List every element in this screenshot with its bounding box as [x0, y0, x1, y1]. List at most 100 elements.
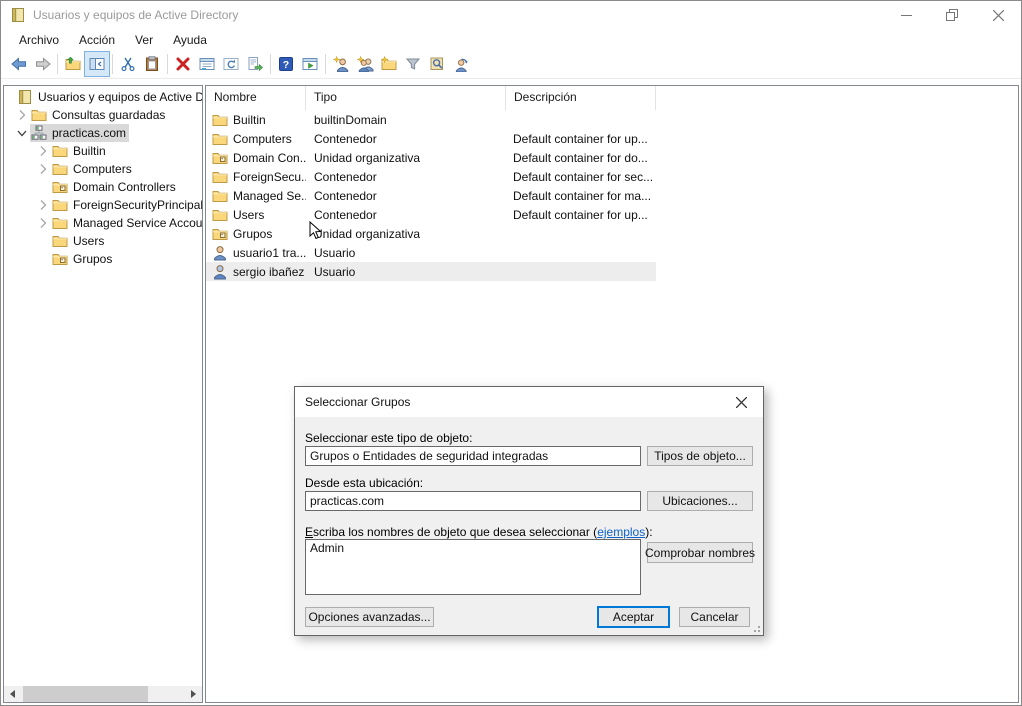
- chevron-right-icon[interactable]: [35, 161, 51, 177]
- tree-node[interactable]: Managed Service Accounts: [51, 214, 202, 232]
- dialog-close-button[interactable]: [720, 388, 762, 416]
- up-one-level-button[interactable]: [61, 52, 85, 76]
- find-button[interactable]: [425, 52, 449, 76]
- menu-archivo[interactable]: Archivo: [9, 31, 69, 49]
- back-button[interactable]: [6, 52, 30, 76]
- tree-horizontal-scrollbar[interactable]: [4, 686, 202, 702]
- chevron-right-icon[interactable]: [35, 215, 51, 231]
- tree-item-domain-controllers[interactable]: Domain Controllers: [4, 178, 202, 196]
- location-field[interactable]: [305, 491, 641, 511]
- delegate-control-button[interactable]: [449, 52, 473, 76]
- tree-item-label: Consultas guardadas: [52, 108, 165, 122]
- tree-item-managed-service-accounts[interactable]: Managed Service Accounts: [4, 214, 202, 232]
- object-names-textarea[interactable]: Admin: [305, 539, 641, 595]
- tree-item-label: Users: [73, 234, 104, 248]
- minimize-button[interactable]: [883, 1, 929, 29]
- cell-nombre: Grupos: [233, 227, 272, 241]
- menu-bar: Archivo Acción Ver Ayuda: [1, 29, 1021, 50]
- object-type-field[interactable]: [305, 446, 641, 466]
- new-group-icon: [356, 56, 374, 72]
- dialog-title: Seleccionar Grupos: [305, 395, 410, 409]
- cell-descripcion: Default container for up...: [506, 132, 656, 146]
- restore-button[interactable]: [929, 1, 975, 29]
- chevron-down-icon[interactable]: [14, 125, 30, 141]
- column-header-nombre[interactable]: Nombre: [206, 86, 306, 110]
- scrollbar-thumb[interactable]: [23, 686, 148, 702]
- tree-item-practicas-com[interactable]: practicas.com: [4, 124, 202, 142]
- show-console-tree-button[interactable]: [85, 52, 109, 76]
- tree-item-consultas-guardadas[interactable]: Consultas guardadas: [4, 106, 202, 124]
- names-label-suffix: ):: [645, 525, 652, 539]
- close-icon: [993, 10, 1004, 21]
- locations-button[interactable]: Ubicaciones...: [647, 491, 753, 511]
- tree-item-grupos[interactable]: Grupos: [4, 250, 202, 268]
- properties-button[interactable]: [195, 52, 219, 76]
- list-row-domain-con[interactable]: Domain Con...Unidad organizativaDefault …: [206, 148, 656, 167]
- content-area: Usuarios y equipos de Active Dir Consulta…: [1, 79, 1021, 705]
- tree-item-foreignsecurityprincipals[interactable]: ForeignSecurityPrincipals: [4, 196, 202, 214]
- column-header-descripcion[interactable]: Descripción: [506, 86, 656, 110]
- folder-icon: [52, 161, 68, 177]
- forward-button[interactable]: [30, 52, 54, 76]
- cell-tipo: Unidad organizativa: [306, 151, 506, 165]
- delete-icon: [175, 56, 191, 72]
- tree-item-builtin[interactable]: Builtin: [4, 142, 202, 160]
- list-row-computers[interactable]: ComputersContenedorDefault container for…: [206, 129, 656, 148]
- tree-node[interactable]: Users: [51, 232, 107, 250]
- resize-grip[interactable]: [751, 623, 761, 633]
- cell-nombre: usuario1 tra...: [233, 246, 306, 260]
- menu-ver[interactable]: Ver: [125, 31, 163, 49]
- tree-node[interactable]: Consultas guardadas: [30, 106, 168, 124]
- check-names-button[interactable]: Comprobar nombres: [647, 542, 753, 563]
- list-row-sergio-iba-ez[interactable]: sergio ibañezUsuario: [206, 262, 656, 281]
- list-row-foreignsecu[interactable]: ForeignSecu...ContenedorDefault containe…: [206, 167, 656, 186]
- tree-node[interactable]: Grupos: [51, 250, 115, 268]
- list-row-builtin[interactable]: BuiltinbuiltinDomain: [206, 110, 656, 129]
- list-row-usuario1-tra[interactable]: usuario1 tra...Usuario: [206, 243, 656, 262]
- chevron-right-icon[interactable]: [35, 197, 51, 213]
- examples-link[interactable]: ejemplos: [597, 525, 645, 539]
- new-user-button[interactable]: [329, 52, 353, 76]
- filter-button[interactable]: [401, 52, 425, 76]
- scrollbar-track[interactable]: [21, 686, 185, 702]
- ou-icon: [52, 251, 68, 267]
- menu-ayuda[interactable]: Ayuda: [163, 31, 217, 49]
- help-button[interactable]: ?: [274, 52, 298, 76]
- tree-item-users[interactable]: Users: [4, 232, 202, 250]
- cell-tipo: Usuario: [306, 246, 506, 260]
- cut-button[interactable]: [116, 52, 140, 76]
- refresh-button[interactable]: [219, 52, 243, 76]
- close-button[interactable]: [975, 1, 1021, 29]
- chevron-right-icon[interactable]: [35, 143, 51, 159]
- new-group-button[interactable]: [353, 52, 377, 76]
- console-tree: Usuarios y equipos de Active Dir Consulta…: [4, 88, 202, 685]
- scroll-right-arrow[interactable]: [185, 686, 202, 702]
- action-pane-button[interactable]: [298, 52, 322, 76]
- column-header-tipo[interactable]: Tipo: [306, 86, 506, 110]
- object-types-button[interactable]: Tipos de objeto...: [647, 446, 753, 466]
- tree-node[interactable]: Usuarios y equipos de Active Dir: [16, 88, 202, 106]
- tree-node[interactable]: Domain Controllers: [51, 178, 179, 196]
- tree-item-computers[interactable]: Computers: [4, 160, 202, 178]
- list-row-users[interactable]: UsersContenedorDefault container for up.…: [206, 205, 656, 224]
- tree-node[interactable]: Computers: [51, 160, 135, 178]
- chevron-right-icon[interactable]: [14, 107, 30, 123]
- tree-item-usuarios-y-equipos-de-active-dir[interactable]: Usuarios y equipos de Active Dir: [4, 88, 202, 106]
- list-row-grupos[interactable]: GruposUnidad organizativa: [206, 224, 656, 243]
- list-row-managed-se[interactable]: Managed Se...ContenedorDefault container…: [206, 186, 656, 205]
- scroll-left-arrow[interactable]: [4, 686, 21, 702]
- delete-button[interactable]: [171, 52, 195, 76]
- ok-button[interactable]: Aceptar: [597, 606, 670, 628]
- export-list-button[interactable]: [243, 52, 267, 76]
- new-ou-button[interactable]: [377, 52, 401, 76]
- tree-node[interactable]: ForeignSecurityPrincipals: [51, 196, 202, 214]
- folder-icon: [52, 233, 68, 249]
- tree-node[interactable]: practicas.com: [30, 124, 129, 142]
- advanced-options-button[interactable]: Opciones avanzadas...: [305, 607, 434, 627]
- title-bar: Usuarios y equipos de Active Directory: [1, 1, 1021, 29]
- toolbar-separator: [112, 54, 113, 74]
- tree-node[interactable]: Builtin: [51, 142, 109, 160]
- paste-button[interactable]: [140, 52, 164, 76]
- menu-accion[interactable]: Acción: [69, 31, 125, 49]
- cancel-button[interactable]: Cancelar: [679, 607, 750, 627]
